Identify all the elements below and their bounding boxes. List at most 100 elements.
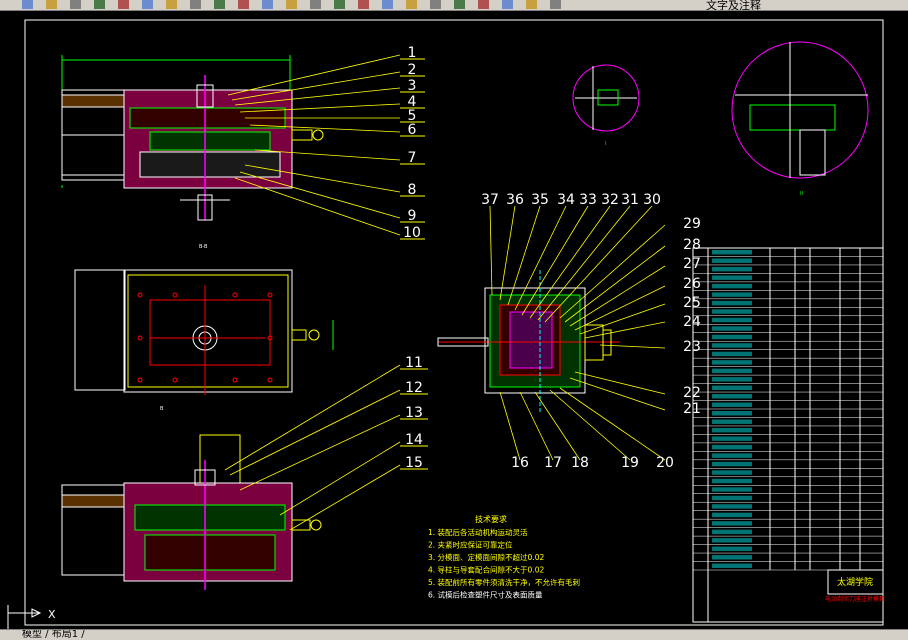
table-row [712, 453, 752, 458]
side-section [437, 270, 620, 412]
zoom-previous-icon[interactable] [358, 0, 369, 9]
table-row [712, 512, 752, 518]
table-row [712, 487, 752, 492]
note-line: 2. 夹紧时应保证可靠定位 [428, 540, 513, 550]
copy-icon[interactable] [166, 0, 177, 9]
svg-text:II: II [800, 191, 803, 197]
cut-icon[interactable] [142, 0, 153, 9]
table-row [712, 427, 752, 433]
section-view [61, 434, 322, 590]
note-line: 4. 导柱与导套配合间隙不大于0.02 [428, 565, 544, 575]
table-row [712, 377, 752, 382]
balloon-33: 33 [579, 192, 597, 208]
parts-list: 太湖学院 电动剃须刀座注射模具 [692, 247, 885, 623]
save-icon[interactable] [46, 0, 57, 9]
school-name: 太湖学院 [837, 576, 873, 588]
note-line: 5. 装配前所有零件须清洗干净，不允许有毛刺 [428, 577, 580, 587]
balloon-37: 37 [481, 192, 499, 208]
redo-icon[interactable] [262, 0, 273, 9]
note-line: 1. 装配后各活动机构运动灵活 [428, 527, 528, 537]
drawing-canvas[interactable]: B-B B 1 2 3 4 5 6 7 8 9 10 11 12 13 14 1… [0, 11, 908, 631]
table-row [712, 461, 752, 467]
table-row [712, 275, 752, 280]
table-row [712, 334, 752, 340]
publish-icon[interactable] [118, 0, 129, 9]
standard-toolbar: 文字及注释 [0, 0, 908, 11]
balloon-30: 30 [643, 192, 661, 208]
table-row [712, 402, 752, 407]
table-row [712, 529, 752, 535]
balloon-20: 20 [656, 455, 674, 471]
help-icon[interactable] [526, 0, 537, 9]
undo-icon[interactable] [238, 0, 249, 9]
print-icon[interactable] [70, 0, 81, 9]
balloons-left: 123456789101112131415 [400, 45, 428, 471]
table-row [712, 444, 752, 450]
tool-palette-icon[interactable] [430, 0, 441, 9]
pan-icon[interactable] [286, 0, 297, 9]
table-row [712, 360, 752, 365]
ucs-icon: X [7, 605, 56, 631]
match-icon[interactable] [214, 0, 225, 9]
open-icon[interactable] [22, 0, 33, 9]
note-line: 3. 分模面、定模面间隙不超过0.02 [428, 552, 544, 562]
zoom-realtime-icon[interactable] [310, 0, 321, 9]
table-row [712, 309, 752, 314]
table-row [712, 385, 752, 391]
table-row [712, 419, 752, 424]
balloon-29: 29 [683, 216, 701, 232]
balloon-36: 36 [506, 192, 524, 208]
balloon-26: 26 [683, 276, 701, 292]
technical-notes: 技术要求 1. 装配后各活动机构运动灵活 2. 夹紧时应保证可靠定位 3. 分模面、… [428, 514, 580, 600]
table-row [712, 538, 752, 543]
table-row [712, 478, 752, 484]
layout-tabs: 模型 / 布局1 / [0, 629, 908, 640]
table-row [712, 317, 752, 323]
cad-drawing[interactable]: B-B B 123456789101112131415 37 36 35 34 … [0, 11, 908, 631]
balloon-25: 25 [683, 295, 701, 311]
balloon-31: 31 [621, 192, 639, 208]
table-row [712, 411, 752, 416]
notes-title: 技术要求 [475, 514, 507, 524]
zoom-window-icon[interactable] [334, 0, 345, 9]
balloon-34: 34 [557, 192, 575, 208]
layer-manager-icon[interactable] [550, 0, 561, 9]
balloon-18: 18 [571, 455, 589, 471]
balloon-19: 19 [621, 455, 639, 471]
markup-icon[interactable] [478, 0, 489, 9]
drawing-name: 电动剃须刀座注射模具 [825, 595, 885, 603]
table-row [712, 546, 752, 552]
table-row [712, 436, 752, 441]
top-view: B-B [61, 55, 324, 250]
table-row [712, 250, 752, 255]
table-row [712, 521, 752, 526]
table-row [712, 258, 752, 263]
paste-icon[interactable] [190, 0, 201, 9]
design-center-icon[interactable] [406, 0, 417, 9]
table-row [712, 326, 752, 331]
balloon-16: 16 [511, 455, 529, 471]
table-row [712, 495, 752, 501]
table-row [712, 266, 752, 272]
table-row [712, 504, 752, 509]
balloon-32: 32 [601, 192, 619, 208]
table-row [712, 563, 752, 568]
balloon-28: 28 [683, 237, 701, 253]
layer-name[interactable]: 文字及注释 [706, 0, 761, 10]
balloon-24: 24 [683, 314, 701, 330]
properties-icon[interactable] [382, 0, 393, 9]
table-row [712, 292, 752, 297]
table-row [712, 283, 752, 289]
table-row [712, 394, 752, 399]
svg-text:B-B: B-B [199, 244, 208, 250]
table-row [712, 470, 752, 475]
calculator-icon[interactable] [502, 0, 513, 9]
table-row [712, 343, 752, 348]
balloon-27: 27 [683, 256, 701, 272]
preview-icon[interactable] [94, 0, 105, 9]
balloon-17: 17 [544, 455, 562, 471]
table-row [712, 555, 752, 560]
sheet-set-icon[interactable] [454, 0, 465, 9]
table-row [712, 351, 752, 357]
svg-text:B: B [160, 406, 164, 412]
